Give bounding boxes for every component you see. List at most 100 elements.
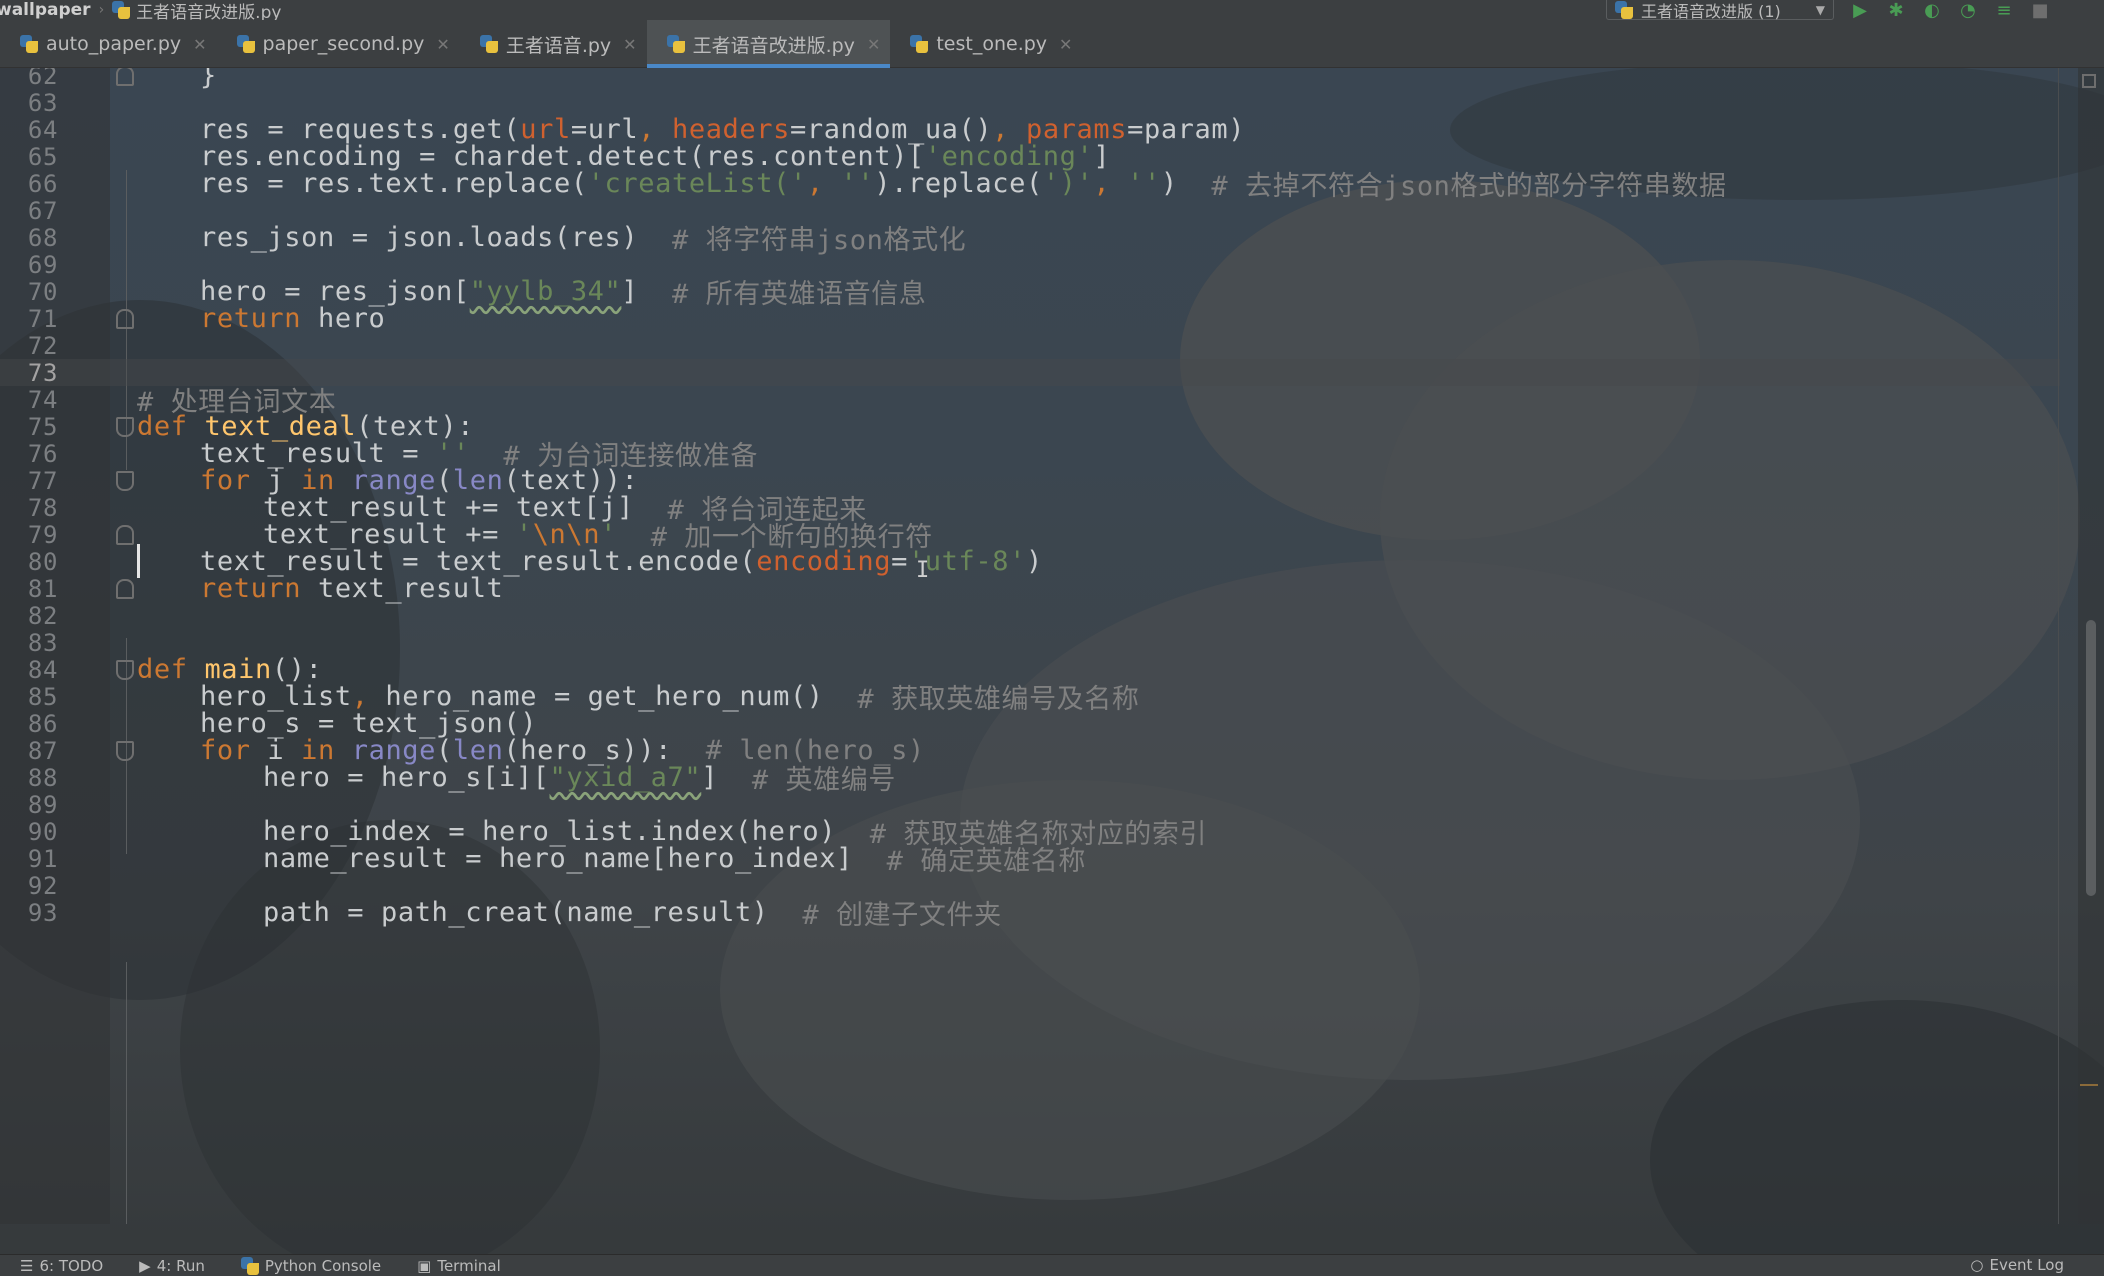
fold-marker-icon[interactable] xyxy=(116,741,134,761)
code-editor[interactable]: 62} 63 64 res = requests.get(url =url, heade… xyxy=(0,68,2104,1224)
concurrency-icon[interactable]: ≡ xyxy=(1994,0,2014,21)
code-text: for j in range(len (text)): xyxy=(200,465,638,496)
coverage-icon[interactable]: ◐ xyxy=(1922,0,1942,21)
python-console-button[interactable]: Python Console xyxy=(240,1256,382,1275)
code-line[interactable]: 87 for i in range(len (hero_s)): # len(her… xyxy=(0,735,2060,766)
tab-label: auto_paper.py xyxy=(46,33,182,55)
run-tool-button[interactable]: ▶ 4: Run xyxy=(139,1257,205,1275)
inspection-status-icon[interactable] xyxy=(2082,74,2096,88)
scrollbar-thumb[interactable] xyxy=(2086,620,2096,896)
code-text: text_result = '' # 为台词连接做准备 xyxy=(200,438,758,472)
fold-marker-icon[interactable] xyxy=(116,579,134,599)
code-line[interactable]: 88 hero = hero_s[i]["yxid_a7"] # 英雄编号 xyxy=(0,762,2060,796)
code-line[interactable]: 65 res.encoding = chardet.detect(res.cont… xyxy=(0,141,2060,172)
code-line[interactable]: 92 xyxy=(0,871,2060,900)
code-token: ) xyxy=(1160,168,1212,199)
code-token: return xyxy=(200,303,302,334)
line-number: 65 xyxy=(27,142,58,171)
close-icon[interactable]: ✕ xyxy=(436,35,449,54)
code-line[interactable]: 71 return hero xyxy=(0,303,2060,334)
python-console-label: Python Console xyxy=(264,1256,382,1275)
code-line[interactable]: 76 text_result = '' # 为台词连接做准备 xyxy=(0,438,2060,472)
line-number: 84 xyxy=(27,655,58,684)
line-number: 83 xyxy=(27,628,58,657)
fold-marker-icon[interactable] xyxy=(116,68,134,86)
code-token: hero xyxy=(301,303,386,334)
tab-test-one[interactable]: test_one.py ✕ xyxy=(890,20,1082,68)
code-token: name_result = hero_name[hero_index] xyxy=(263,843,887,874)
code-line[interactable]: 68 res_json = json.loads(res) # 将字符串json格… xyxy=(0,222,2060,256)
terminal-label: Terminal xyxy=(437,1256,501,1275)
code-line[interactable]: 83 xyxy=(0,628,2060,657)
code-text: return text_result xyxy=(200,573,503,604)
todo-tool-button[interactable]: ☰ 6: TODO xyxy=(20,1257,103,1275)
line-number: 67 xyxy=(27,196,58,225)
line-number: 64 xyxy=(27,115,58,144)
code-line[interactable]: 70 hero = res_json["yylb_34"] # 所有英雄语音信息 xyxy=(0,276,2060,310)
code-line[interactable]: 85 hero_list, hero_name = get_hero_num() … xyxy=(0,681,2060,715)
tab-wangzhe-voice[interactable]: 王者语音.py ✕ xyxy=(460,20,647,68)
line-number: 74 xyxy=(27,385,58,414)
run-icon[interactable]: ▶ xyxy=(1850,0,1870,21)
code-line[interactable]: 86 hero_s = text_json() xyxy=(0,708,2060,739)
code-line[interactable]: 82 xyxy=(0,602,2060,630)
code-line[interactable]: 77 for j in range(len (text)): xyxy=(0,465,2060,496)
code-line[interactable]: 78 text_result += text[j] # 将台词连起来 xyxy=(0,492,2060,526)
fold-marker-icon[interactable] xyxy=(116,471,134,491)
code-line[interactable]: 62} xyxy=(0,68,2060,91)
fold-marker-icon[interactable] xyxy=(116,660,134,680)
code-line[interactable]: 63 xyxy=(0,89,2060,117)
code-token: '' xyxy=(840,168,875,199)
code-line[interactable]: 80 text_result = text_result.encode(encod… xyxy=(0,546,2060,577)
code-token: ] xyxy=(621,276,672,307)
code-token: ) xyxy=(1025,546,1043,577)
todo-label: 6: TODO xyxy=(39,1256,104,1275)
code-token: for xyxy=(200,735,251,766)
event-log-label: Event Log xyxy=(1989,1256,2064,1274)
run-configuration-dropdown[interactable]: 王者语音改进版 (1) ▼ xyxy=(1606,0,1834,21)
code-line[interactable]: 69 xyxy=(0,251,2060,279)
run-icon: ▶ xyxy=(139,1256,151,1275)
close-icon[interactable]: ✕ xyxy=(193,35,206,54)
tab-auto-paper[interactable]: auto_paper.py ✕ xyxy=(0,20,217,68)
code-text: # 处理台词文本 xyxy=(137,386,336,418)
code-text: hero = res_json["yylb_34"] # 所有英雄语音信息 xyxy=(200,276,926,310)
code-line[interactable]: 93 path = path_creat(name_result) # 创建子文件… xyxy=(0,897,2060,931)
code-line[interactable]: 79 text_result += ' \n\n ' # 加一个断句的换行符 xyxy=(0,519,2060,553)
close-icon[interactable]: ✕ xyxy=(867,35,880,54)
python-file-icon xyxy=(240,1256,259,1275)
code-line[interactable]: 66 res = res.text.replace('createList(', … xyxy=(0,168,2060,202)
code-text: res.encoding = chardet.detect(res.conten… xyxy=(200,141,1110,172)
fold-marker-icon[interactable] xyxy=(116,309,134,329)
line-number: 68 xyxy=(27,223,58,252)
line-number: 79 xyxy=(27,520,58,549)
error-stripe-marker[interactable] xyxy=(2080,1084,2098,1086)
close-icon[interactable]: ✕ xyxy=(1059,35,1072,54)
tab-paper-second[interactable]: paper_second.py ✕ xyxy=(217,20,460,68)
code-line[interactable]: 74 # 处理台词文本 xyxy=(0,385,2060,419)
code-line[interactable]: 72 xyxy=(0,332,2060,360)
event-log-button[interactable]: ○ Event Log xyxy=(1970,1254,2064,1276)
search-icon: ○ xyxy=(1970,1256,1984,1274)
breadcrumb-file[interactable]: 王者语音改进版.py xyxy=(112,0,281,23)
list-icon: ☰ xyxy=(20,1256,34,1275)
tab-wangzhe-voice-improved[interactable]: 王者语音改进版.py ✕ xyxy=(646,20,891,68)
line-number: 75 xyxy=(27,412,58,441)
fold-marker-icon[interactable] xyxy=(116,417,134,437)
code-line[interactable]: 64 res = requests.get(url =url, headers =ra… xyxy=(0,114,2060,145)
code-text: return hero xyxy=(200,303,386,334)
stop-icon[interactable]: ■ xyxy=(2030,0,2050,21)
breadcrumb-project[interactable]: wallpaper xyxy=(0,0,91,20)
code-line[interactable]: 75 def text_deal (text): xyxy=(0,411,2060,442)
ibeam-cursor-icon: I xyxy=(916,558,930,583)
line-number: 92 xyxy=(27,871,58,900)
debug-icon[interactable]: ✱ xyxy=(1886,0,1906,21)
code-line[interactable]: 81 return text_result xyxy=(0,573,2060,604)
fold-marker-icon[interactable] xyxy=(116,525,134,545)
line-number: 66 xyxy=(27,169,58,198)
code-line[interactable]: 91 name_result = hero_name[hero_index] # … xyxy=(0,843,2060,877)
terminal-button[interactable]: ▣ Terminal xyxy=(417,1257,501,1275)
profile-icon[interactable]: ◔ xyxy=(1958,0,1978,21)
code-line[interactable]: 67 xyxy=(0,196,2060,225)
close-icon[interactable]: ✕ xyxy=(623,35,636,54)
